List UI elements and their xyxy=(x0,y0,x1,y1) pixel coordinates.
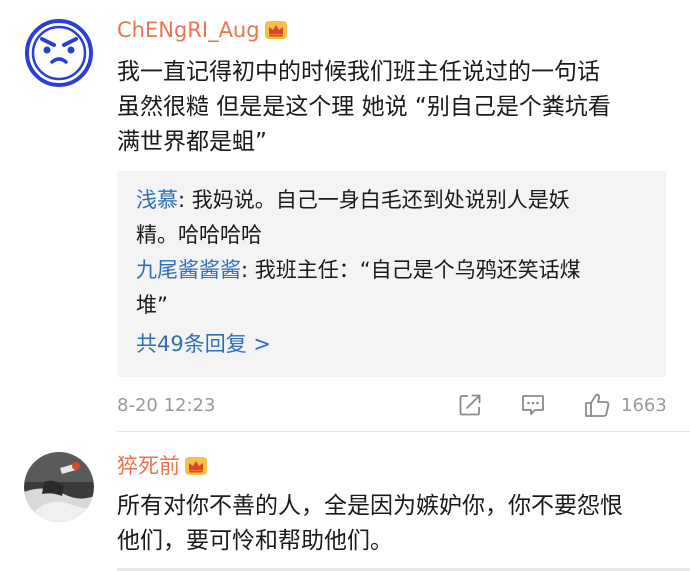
reply-item[interactable]: 浅慕: 我妈说。自己一身白毛还到处说别人是妖 精。哈哈哈哈 xyxy=(136,183,648,253)
username[interactable]: 猝死前 xyxy=(117,453,208,483)
comment-meta: 8-20 12:23 1663 xyxy=(117,392,677,420)
cartoon-face-icon xyxy=(25,19,93,87)
crown-icon xyxy=(264,19,288,47)
share-icon[interactable] xyxy=(457,392,483,423)
like-count: 1663 xyxy=(621,395,667,416)
comment-item: 猝死前 所有对你不善的人，全是因为嫉妒你，你不要怨恨 他们，要可怜和帮助他们。 xyxy=(0,432,690,571)
more-replies-link[interactable]: 共49条回复 > xyxy=(136,327,648,362)
username[interactable]: ChENgRI_Aug xyxy=(117,17,288,47)
timestamp: 8-20 12:23 xyxy=(117,395,216,416)
comment-text: 所有对你不善的人，全是因为嫉妒你，你不要怨恨 他们，要可怜和帮助他们。 xyxy=(117,493,623,554)
avatar[interactable] xyxy=(24,18,94,88)
comment-text: 我一直记得初中的时候我们班主任说过的一句话 虽然很糙 但是是这个理 她说 “别自… xyxy=(117,59,611,155)
reply-username[interactable]: 九尾酱酱酱 xyxy=(136,258,241,282)
crown-icon xyxy=(184,455,208,483)
reply-item[interactable]: 九尾酱酱酱: 我班主任：“自己是个乌鸦还笑话煤 堆” xyxy=(136,253,648,323)
reply-username[interactable]: 浅慕 xyxy=(136,188,178,212)
photo-avatar-icon xyxy=(24,452,94,522)
avatar[interactable] xyxy=(24,452,94,522)
replies-box[interactable]: 浅慕: 我妈说。自己一身白毛还到处说别人是妖 精。哈哈哈哈 九尾酱酱酱: 我班主… xyxy=(117,171,666,377)
comment-icon[interactable] xyxy=(520,392,546,423)
comment-item: ChENgRI_Aug 我一直记得初中的时候我们班主任说过的一句话 虽然很糙 但… xyxy=(0,0,690,432)
like-icon[interactable] xyxy=(583,392,611,423)
